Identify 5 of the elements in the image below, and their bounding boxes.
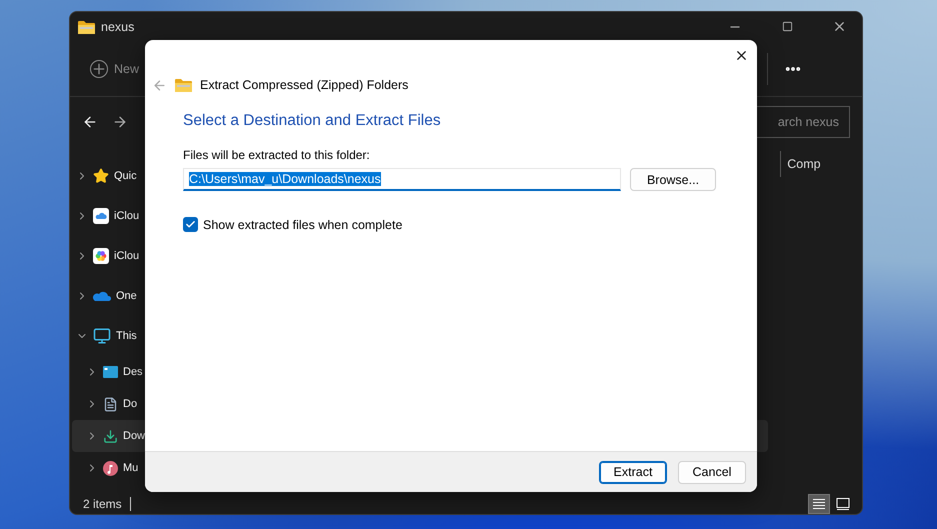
dialog-title: Extract Compressed (Zipped) Folders	[200, 78, 408, 92]
field-label: Files will be extracted to this folder:	[183, 148, 371, 162]
dialog-heading: Select a Destination and Extract Files	[183, 112, 442, 130]
window-title: nexus	[101, 20, 136, 34]
item-count: 2 items	[83, 497, 131, 511]
